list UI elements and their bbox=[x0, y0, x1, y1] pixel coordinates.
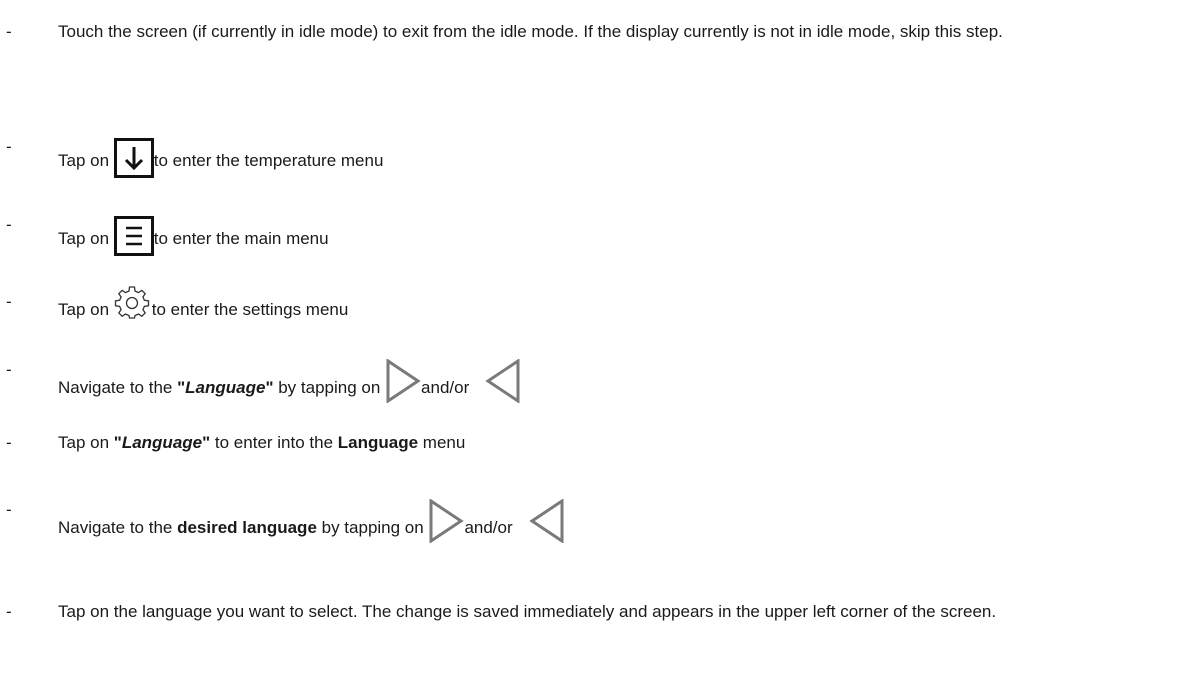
step-text: Tap on the language you want to select. … bbox=[58, 602, 997, 621]
arrow-down-box-icon bbox=[113, 138, 154, 178]
language-bold: Language bbox=[337, 433, 419, 452]
step-prefix: Tap on bbox=[58, 151, 114, 170]
step-mid: to enter into the bbox=[210, 433, 338, 452]
step-prefix: Navigate to the bbox=[58, 518, 178, 537]
quote-open: " bbox=[113, 433, 122, 452]
step-suffix: to enter the settings menu bbox=[151, 300, 349, 319]
step-prefix: Tap on bbox=[58, 433, 114, 452]
step-mid: by tapping on bbox=[273, 378, 386, 397]
step-suffix: menu bbox=[418, 433, 466, 452]
step-text: Navigate to the "Language" by tapping on… bbox=[58, 357, 1172, 403]
quote-close: " bbox=[265, 378, 274, 397]
triangle-right-icon bbox=[428, 499, 465, 543]
step-text: Navigate to the desired language by tapp… bbox=[58, 497, 1172, 543]
triangle-left-icon bbox=[485, 359, 521, 403]
step-text: Tap on "Language" to enter into the Lang… bbox=[58, 430, 1172, 456]
language-emphasis: Language bbox=[185, 378, 266, 397]
bullet-dash: - bbox=[6, 137, 12, 156]
bullet-dash: - bbox=[6, 360, 12, 379]
triangle-right-icon bbox=[385, 359, 421, 403]
quote-close: " bbox=[202, 433, 211, 452]
step-text: Tap on to enter the main menu bbox=[58, 212, 1172, 256]
bullet-dash: - bbox=[6, 433, 12, 452]
and-or-text: and/or bbox=[464, 518, 513, 537]
bullet-dash: - bbox=[6, 500, 12, 519]
quote-open: " bbox=[177, 378, 186, 397]
bullet-dash: - bbox=[6, 22, 12, 41]
step-prefix: Navigate to the bbox=[58, 378, 178, 397]
step-suffix: to enter the main menu bbox=[153, 229, 329, 248]
bullet-dash: - bbox=[6, 215, 12, 234]
language-emphasis: Language bbox=[121, 433, 203, 452]
step-text: Touch the screen (if currently in idle m… bbox=[58, 22, 1003, 41]
bullet-dash: - bbox=[6, 602, 12, 621]
step-text: Tap on to enter the settings menu bbox=[58, 286, 1172, 323]
triangle-left-icon bbox=[528, 499, 565, 543]
gear-icon bbox=[114, 285, 150, 319]
step-prefix: Tap on bbox=[58, 300, 114, 319]
step-suffix: to enter the temperature menu bbox=[153, 151, 384, 170]
desired-language-bold: desired language bbox=[177, 518, 317, 537]
and-or-text: and/or bbox=[421, 378, 470, 397]
step-mid: by tapping on bbox=[316, 518, 429, 537]
step-text: Tap on to enter the temperature menu bbox=[58, 134, 1172, 178]
bullet-dash: - bbox=[6, 292, 12, 311]
step-prefix: Tap on bbox=[58, 229, 114, 248]
menu-box-icon bbox=[113, 216, 154, 256]
